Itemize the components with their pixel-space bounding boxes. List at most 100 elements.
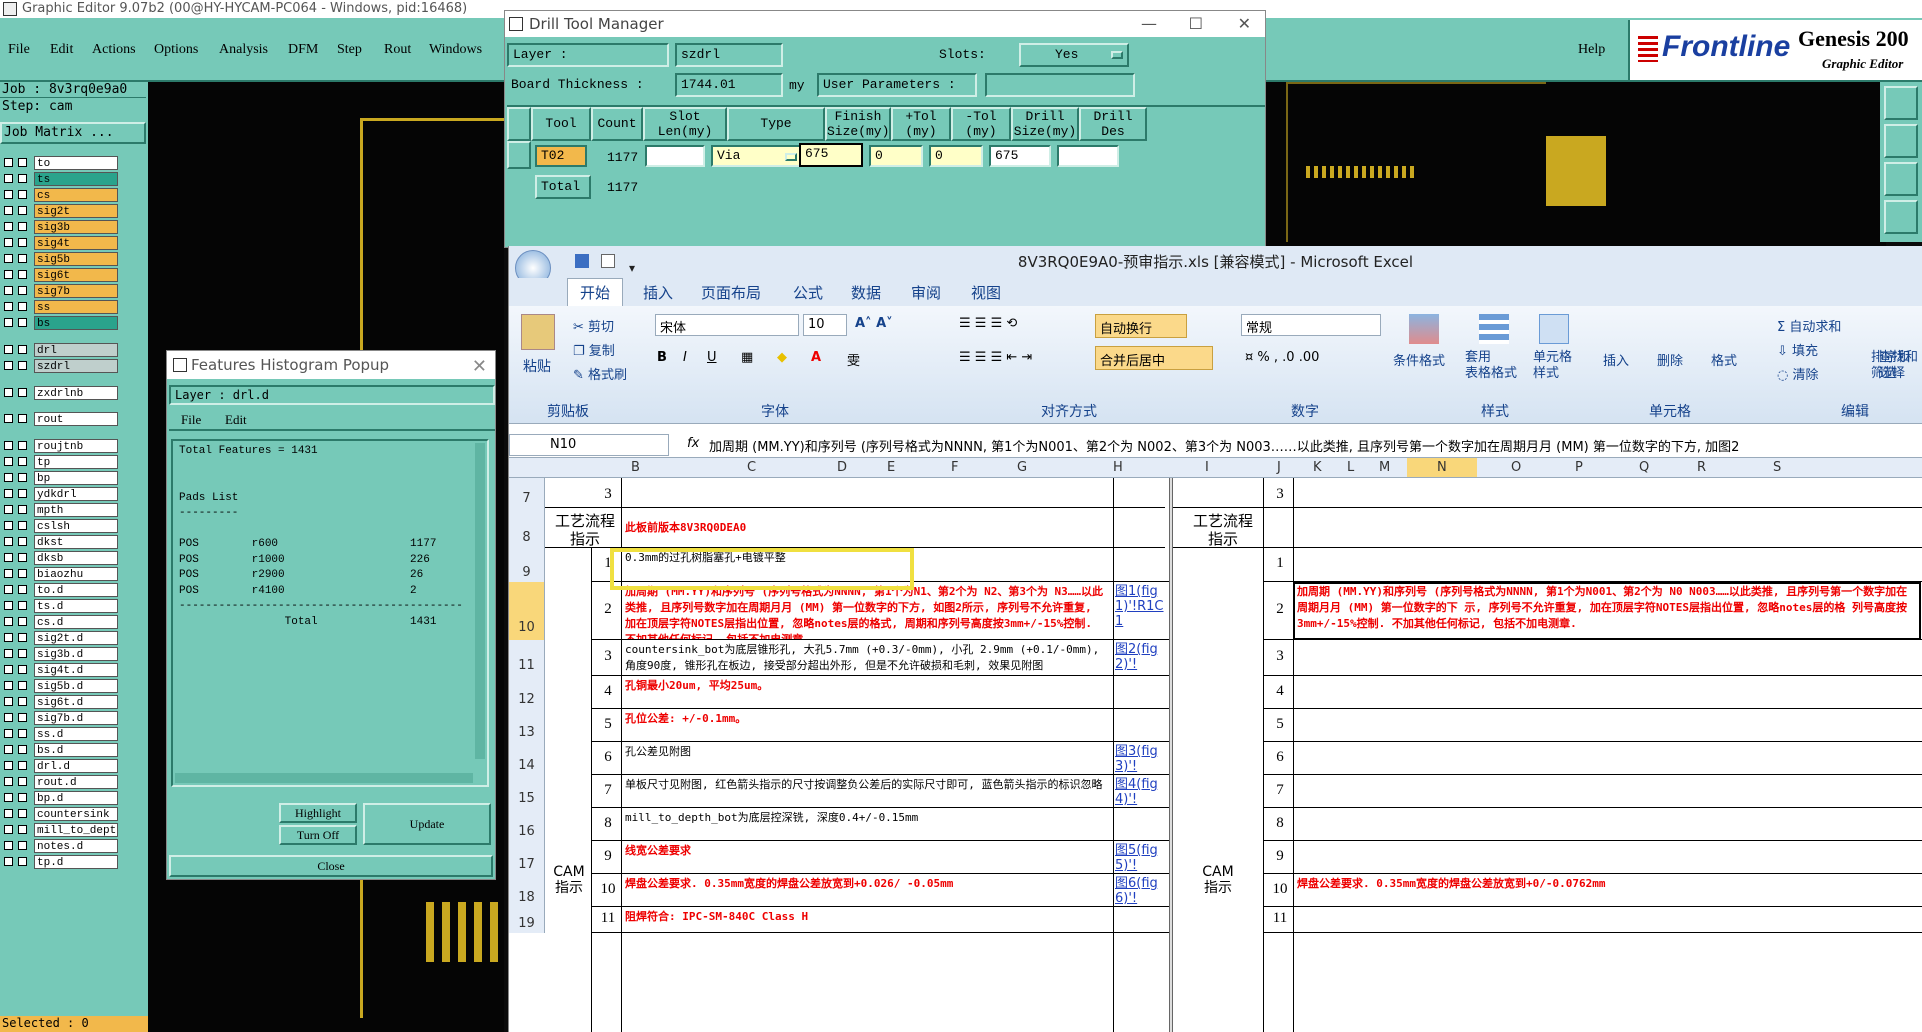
layer-checkbox[interactable] [18,713,27,723]
col-header-n[interactable]: N [1407,458,1477,477]
layer-checkbox[interactable] [4,190,13,199]
layer-checkbox[interactable] [4,537,13,547]
layer-checkbox[interactable] [4,825,13,835]
col-header-j[interactable]: J [1277,460,1281,475]
layer-checkbox[interactable] [18,473,27,483]
layer-checkbox[interactable] [4,809,13,819]
grow-font-icon[interactable]: A˄ A˅ [855,316,893,331]
item-text[interactable]: 孔位公差: +/-0.1mm。 [625,711,1109,727]
layer-checkbox[interactable] [4,649,13,659]
paste-button[interactable]: 粘贴 [523,356,551,376]
col-header-b[interactable]: B [631,460,640,475]
row-header[interactable]: 16 [509,808,545,841]
layer-checkbox[interactable] [4,521,13,531]
layer-row[interactable]: countersink [2,807,146,822]
layer-row[interactable]: sig6t [2,268,146,282]
layer-row[interactable]: mill_to_dept [2,823,146,838]
layer-checkbox[interactable] [18,286,27,295]
layer-checkbox[interactable] [18,302,27,311]
layer-checkbox[interactable] [18,697,27,707]
slot-input[interactable] [645,145,705,167]
layer-row[interactable]: cs [2,188,146,202]
tool-cell[interactable]: T02 [535,145,587,167]
job-matrix-button[interactable]: Job Matrix ... [0,122,146,144]
row-header[interactable]: 10 [509,582,545,640]
highlight-button[interactable]: Highlight [279,803,357,823]
layer-checkbox[interactable] [4,585,13,595]
layer-checkbox[interactable] [18,553,27,563]
layer-row[interactable]: sig4t.d [2,663,146,678]
layer-checkbox[interactable] [4,857,13,867]
clear-button[interactable]: ◌ 清除 [1777,364,1819,383]
tab-formulas[interactable]: 公式 [793,282,823,303]
menu-file[interactable]: File [8,42,30,58]
col-header-i[interactable]: I [1205,460,1209,475]
zoom-fit-icon[interactable] [1884,162,1918,196]
layer-checkbox[interactable] [4,206,13,215]
layer-checkbox[interactable] [18,414,27,424]
merge-center-button[interactable]: 合并后居中 [1095,346,1213,370]
col-header-d[interactable]: D [837,460,847,475]
layer-checkbox[interactable] [4,414,13,424]
col-header-c[interactable]: C [747,460,756,475]
layer-checkbox[interactable] [18,537,27,547]
cut-button[interactable]: ✂ 剪切 [573,316,614,335]
item-text[interactable]: 加周期 (MM.YY)和序列号 (序列号格式为NNNN, 第1个为N1、第2个为… [625,584,1109,640]
layer-row[interactable]: cs.d [2,615,146,630]
fh-vscrollbar[interactable] [475,443,485,759]
item-text[interactable]: 阻焊符合: IPC-SM-840C Class H [625,909,1109,925]
layer-checkbox[interactable] [18,222,27,231]
layer-checkbox[interactable] [4,777,13,787]
tab-home[interactable]: 开始 [567,278,624,306]
row-header[interactable]: 18 [509,874,545,907]
layer-row[interactable]: bs.d [2,743,146,758]
conditional-format-button[interactable]: 条件格式 [1393,350,1445,369]
cell-style-icon[interactable] [1539,314,1569,344]
close-icon[interactable]: ✕ [472,353,487,381]
layer-checkbox[interactable] [4,158,13,167]
layer-checkbox[interactable] [4,761,13,771]
col-header-m[interactable]: M [1379,460,1390,475]
menu-rout[interactable]: Rout [384,42,411,58]
tab-insert[interactable]: 插入 [643,282,673,303]
layer-row[interactable]: sig3b.d [2,647,146,662]
layer-checkbox[interactable] [4,286,13,295]
item-link[interactable]: 图5(fig5)'! [1115,843,1169,873]
item-text[interactable]: countersink_bot为底层锥形孔, 大孔5.7mm (+0.3/-0m… [625,642,1109,674]
layer-checkbox[interactable] [18,841,27,851]
selected-cell-n10[interactable] [1293,582,1921,640]
col-header-s[interactable]: S [1773,460,1781,475]
cell-style-button[interactable]: 单元格 样式 [1533,350,1572,382]
col-header-f[interactable]: F [951,460,958,475]
fh-menu-edit[interactable]: Edit [225,412,247,428]
layer-checkbox[interactable] [18,617,27,627]
layer-checkbox[interactable] [18,825,27,835]
col-header-k[interactable]: K [1313,460,1322,475]
layer-checkbox[interactable] [4,360,13,370]
copy-button[interactable]: ❐ 复制 [573,340,615,359]
wrap-text-button[interactable]: 自动换行 [1095,314,1187,338]
number-format-icons[interactable]: ¤ % , .0 .00 [1245,350,1319,365]
item-link[interactable]: 图4(fig4)'! [1115,777,1169,807]
layer-checkbox[interactable] [4,617,13,627]
bold-icon[interactable]: B [657,350,667,365]
user-params-input[interactable] [985,73,1135,97]
number-format-select[interactable]: 常规 [1241,314,1381,336]
item-text[interactable]: 孔铜最小20um, 平均25um。 [625,678,1109,694]
layer-checkbox[interactable] [18,585,27,595]
item-link[interactable]: 图1(fig1)'!R1C1 [1115,584,1169,629]
layer-checkbox[interactable] [4,665,13,675]
layer-row[interactable]: mpth [2,503,146,518]
layer-checkbox[interactable] [18,238,27,247]
tab-review[interactable]: 审阅 [911,282,941,303]
layer-checkbox[interactable] [4,841,13,851]
item-link[interactable]: 图2(fig2)'! [1115,642,1169,672]
conditional-format-icon[interactable] [1409,314,1439,344]
thickness-input[interactable]: 1744.01 [675,73,783,97]
layer-checkbox[interactable] [4,387,13,397]
insert-button[interactable]: 插入 [1603,350,1629,369]
layer-row[interactable]: drl [2,342,146,357]
tab-data[interactable]: 数据 [851,282,881,303]
layer-row[interactable]: sig5b.d [2,679,146,694]
layer-checkbox[interactable] [18,254,27,263]
